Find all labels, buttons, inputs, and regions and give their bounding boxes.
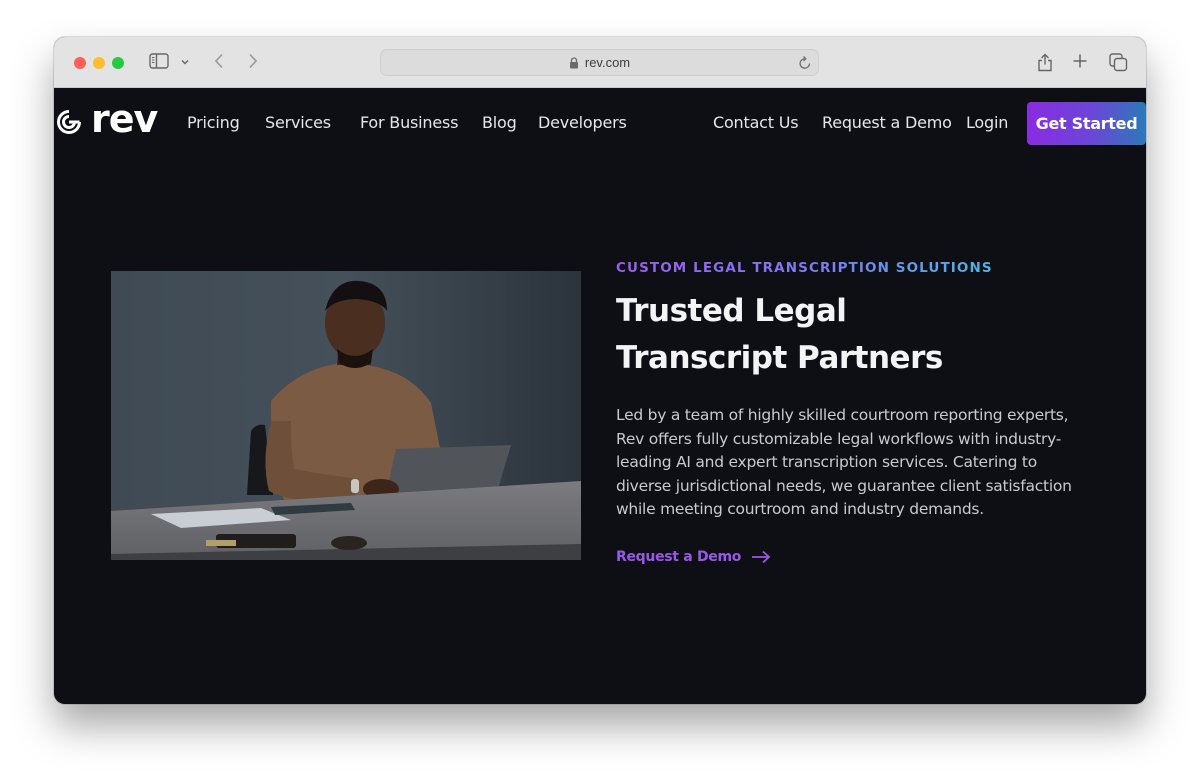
nav-link-contact-us[interactable]: Contact Us: [713, 113, 799, 132]
arrow-right-icon: [751, 550, 771, 564]
tabs-overview-icon[interactable]: [1108, 52, 1128, 72]
zoom-window-button[interactable]: [112, 57, 124, 69]
back-icon[interactable]: [211, 52, 227, 70]
nav-link-developers[interactable]: Developers: [538, 113, 627, 132]
nav-link-services[interactable]: Services: [265, 113, 331, 132]
nav-link-request-demo[interactable]: Request a Demo: [822, 113, 952, 132]
nav-link-for-business[interactable]: For Business: [360, 113, 458, 132]
reload-icon[interactable]: [798, 55, 812, 71]
nav-link-login[interactable]: Login: [966, 113, 1008, 132]
plus-icon[interactable]: [1071, 52, 1089, 70]
request-demo-link[interactable]: Request a Demo: [616, 549, 771, 565]
rev-logo[interactable]: rev: [56, 97, 158, 141]
logo-text: rev: [91, 97, 158, 141]
get-started-button[interactable]: Get Started: [1027, 102, 1146, 145]
hero-headline-line-1: Trusted Legal: [616, 293, 847, 329]
minimize-window-button[interactable]: [93, 57, 105, 69]
lock-icon: [569, 56, 579, 69]
browser-toolbar: rev.com: [54, 37, 1146, 88]
hero-photo-illustration: [111, 271, 581, 560]
url-text: rev.com: [584, 55, 631, 70]
hero-headline-line-2: Transcript Partners: [616, 340, 943, 376]
site-header: rev Pricing Services For Business Blog D…: [54, 88, 1146, 160]
browser-window: rev.com rev Pricing Services For Busines…: [54, 37, 1146, 704]
hero-image: [111, 271, 581, 560]
address-bar[interactable]: rev.com: [380, 49, 819, 76]
hero-eyebrow: CUSTOM LEGAL TRANSCRIPTION SOLUTIONS: [616, 260, 993, 276]
hero-description: Led by a team of highly skilled courtroo…: [616, 406, 1072, 518]
share-icon[interactable]: [1036, 51, 1054, 73]
hero-headline: Trusted Legal Transcript Partners: [616, 288, 943, 382]
request-demo-link-label: Request a Demo: [616, 549, 742, 565]
forward-icon[interactable]: [245, 52, 261, 70]
close-window-button[interactable]: [74, 57, 86, 69]
nav-link-blog[interactable]: Blog: [482, 113, 517, 132]
web-page: rev Pricing Services For Business Blog D…: [54, 88, 1146, 704]
chevron-down-icon[interactable]: [178, 55, 192, 69]
nav-link-pricing[interactable]: Pricing: [187, 113, 240, 132]
sidebar-icon[interactable]: [149, 53, 169, 69]
rev-logo-icon: [57, 110, 81, 134]
